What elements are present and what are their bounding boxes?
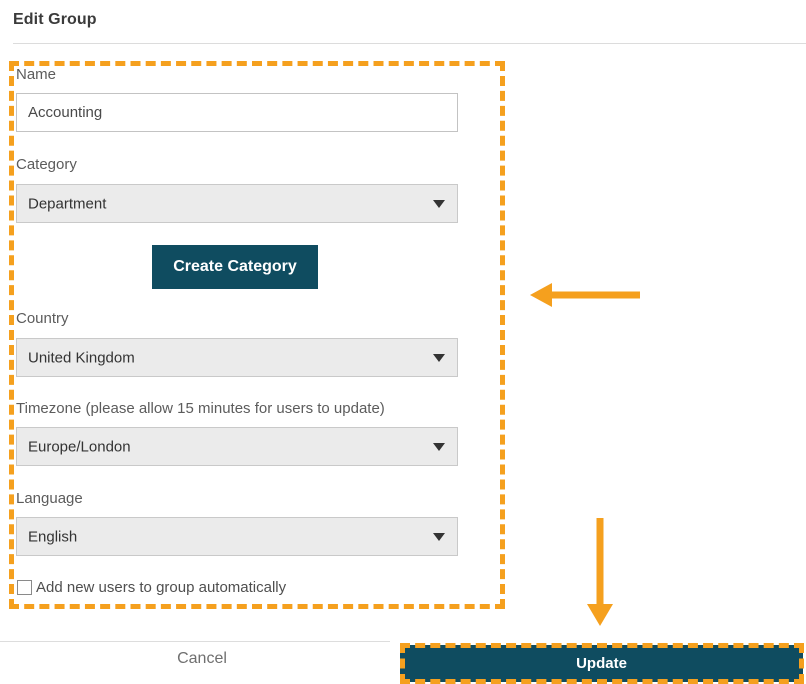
arrow-down-icon — [582, 516, 618, 628]
chevron-down-icon — [433, 200, 445, 208]
auto-add-users-label: Add new users to group automatically — [36, 579, 286, 596]
edit-group-form: Name Category Department Create Category… — [0, 0, 806, 684]
timezone-label: Timezone (please allow 15 minutes for us… — [16, 400, 385, 417]
timezone-select-value: Europe/London — [28, 438, 131, 455]
name-input[interactable] — [16, 93, 458, 132]
category-label: Category — [16, 156, 77, 173]
chevron-down-icon — [433, 533, 445, 541]
country-select-value: United Kingdom — [28, 349, 135, 366]
footer-divider — [0, 641, 390, 642]
country-select[interactable]: United Kingdom — [16, 338, 458, 377]
category-select[interactable]: Department — [16, 184, 458, 223]
chevron-down-icon — [433, 443, 445, 451]
auto-add-users-row[interactable]: Add new users to group automatically — [17, 579, 286, 596]
create-category-button[interactable]: Create Category — [152, 245, 318, 289]
update-button[interactable]: Update — [400, 645, 803, 682]
auto-add-users-checkbox[interactable] — [17, 580, 32, 595]
category-select-value: Department — [28, 195, 106, 212]
cancel-button[interactable]: Cancel — [160, 650, 244, 668]
timezone-select[interactable]: Europe/London — [16, 427, 458, 466]
chevron-down-icon — [433, 354, 445, 362]
language-select-value: English — [28, 528, 77, 545]
arrow-left-icon — [528, 281, 643, 309]
language-label: Language — [16, 490, 83, 507]
language-select[interactable]: English — [16, 517, 458, 556]
name-label: Name — [16, 66, 56, 83]
country-label: Country — [16, 310, 69, 327]
